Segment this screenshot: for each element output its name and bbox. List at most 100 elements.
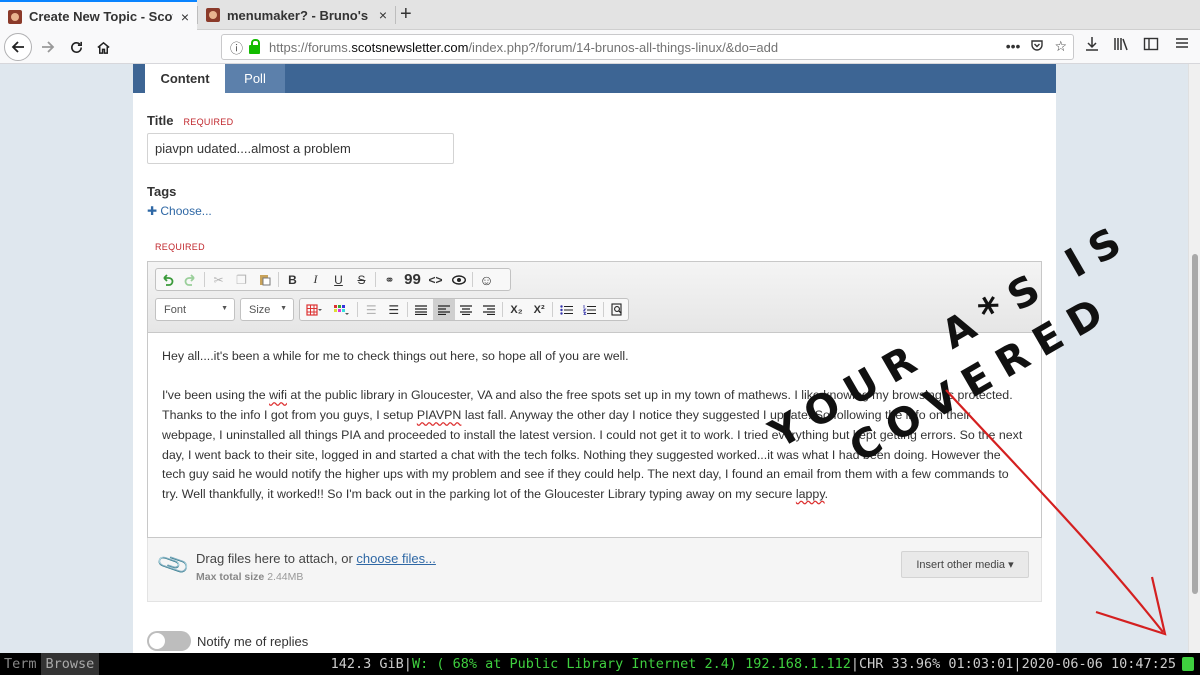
- toggle-knob: [149, 633, 165, 649]
- tab-title: Create New Topic - Scot's: [28, 9, 173, 24]
- tab-separator: [395, 6, 396, 24]
- site-info-icon[interactable]: ⓘ: [230, 38, 243, 57]
- pocket-icon[interactable]: [1030, 38, 1044, 52]
- library-icon[interactable]: [1113, 36, 1129, 52]
- toolbar-separator: [472, 272, 473, 287]
- browser-tab-create-topic[interactable]: Create New Topic - Scot's ×: [0, 0, 197, 31]
- choose-tags-link[interactable]: ✚ Choose...: [147, 204, 212, 218]
- misspelled-word: lappy: [795, 486, 825, 501]
- tab-poll[interactable]: Poll: [225, 64, 285, 93]
- post-body-textarea[interactable]: Hey all....it's been a while for me to c…: [148, 334, 1041, 537]
- notify-toggle[interactable]: [147, 631, 191, 651]
- italic-button[interactable]: I: [304, 269, 327, 290]
- cut-button[interactable]: ✂: [207, 269, 230, 290]
- align-center-button[interactable]: [455, 299, 478, 320]
- color-palette-icon: [334, 304, 350, 315]
- page-scrollbar[interactable]: [1188, 64, 1200, 653]
- toolbar-row-2: ☰ ☰ X₂ X²: [299, 298, 629, 321]
- rich-text-editor: ✂ ❐ B I U S ⚭ 99 <> ☺ Font ▼ Size ▼ ☰ ☰ …: [147, 261, 1042, 538]
- outdent-icon: ☰: [365, 302, 377, 317]
- page-viewport: Content Poll Title REQUIRED piavpn udate…: [0, 64, 1188, 653]
- insert-other-media-button[interactable]: Insert other media ▾: [901, 551, 1029, 578]
- underline-button[interactable]: U: [327, 269, 350, 290]
- workspace-term[interactable]: Term: [0, 653, 41, 675]
- notify-label: Notify me of replies: [197, 633, 309, 649]
- title-input[interactable]: piavpn udated....almost a problem: [147, 133, 454, 164]
- forward-button[interactable]: [36, 35, 60, 59]
- indent-button[interactable]: ☰: [382, 299, 405, 320]
- copy-button[interactable]: ❐: [230, 269, 253, 290]
- home-button[interactable]: [91, 35, 115, 59]
- spoiler-button[interactable]: [447, 269, 470, 290]
- toolbar-separator: [278, 272, 279, 287]
- bulleted-list-button[interactable]: [555, 299, 578, 320]
- screen: Create New Topic - Scot's × menumaker? -…: [0, 0, 1200, 675]
- browser-tools: [1085, 36, 1159, 52]
- choose-files-link[interactable]: choose files...: [356, 551, 436, 566]
- dropdown-arrow-icon: ▼: [221, 305, 228, 312]
- attach-instructions: Drag files here to attach, or choose fil…: [196, 551, 436, 566]
- back-arrow-icon: [11, 41, 24, 53]
- attachment-dropzone[interactable]: 📎 Drag files here to attach, or choose f…: [147, 538, 1042, 602]
- font-size-select[interactable]: Size ▼: [240, 298, 294, 321]
- toolbar-separator: [375, 272, 376, 287]
- close-tab-icon[interactable]: ×: [181, 9, 189, 25]
- title-label-row: Title REQUIRED: [147, 113, 233, 128]
- required-indicator: REQUIRED: [183, 117, 234, 127]
- undo-button[interactable]: [156, 269, 179, 290]
- page-actions-icon[interactable]: •••: [1006, 38, 1021, 55]
- subscript-button[interactable]: X₂: [505, 299, 528, 320]
- preview-button[interactable]: [605, 299, 628, 320]
- hamburger-menu-icon[interactable]: [1175, 36, 1189, 50]
- redo-button[interactable]: [179, 269, 202, 290]
- reload-button[interactable]: [64, 35, 88, 59]
- address-bar[interactable]: ⓘ https://forums.scotsnewsletter.com/ind…: [221, 34, 1074, 60]
- wifi-status: W: ( 68% at Public Library Internet 2.4)…: [411, 656, 851, 672]
- align-justify-icon: [415, 304, 428, 315]
- align-left-button[interactable]: [432, 299, 456, 320]
- eye-icon: [451, 274, 466, 285]
- sidebar-icon[interactable]: [1143, 36, 1159, 52]
- close-tab-icon[interactable]: ×: [379, 7, 387, 23]
- browser-tab-strip: Create New Topic - Scot's × menumaker? -…: [0, 0, 1200, 31]
- back-button[interactable]: [4, 33, 32, 61]
- font-family-select[interactable]: Font ▼: [155, 298, 235, 321]
- code-button[interactable]: <>: [424, 269, 447, 290]
- reload-icon: [70, 41, 82, 53]
- color-button[interactable]: [327, 299, 354, 320]
- superscript-button[interactable]: X²: [528, 299, 551, 320]
- numbered-list-button[interactable]: [578, 299, 601, 320]
- browser-tab-menumaker[interactable]: menumaker? - Bruno's Al ×: [198, 0, 395, 30]
- toolbar-separator: [602, 302, 604, 317]
- copy-icon: ❐: [236, 272, 247, 287]
- new-tab-button[interactable]: +: [400, 3, 412, 26]
- home-icon: [96, 41, 110, 54]
- workspace-browse[interactable]: Browse: [40, 653, 100, 675]
- toolbar-separator: [502, 302, 504, 317]
- outdent-button[interactable]: ☰: [360, 299, 383, 320]
- quote-button[interactable]: 99: [401, 269, 424, 290]
- justify-button[interactable]: [410, 299, 433, 320]
- url-text: https://forums.scotsnewsletter.com/index…: [269, 39, 779, 55]
- title-label: Title: [147, 113, 174, 128]
- align-left-icon: [437, 304, 450, 315]
- table-button[interactable]: [300, 299, 327, 320]
- scissors-icon: ✂: [213, 272, 224, 287]
- misspelled-word: wifi: [269, 388, 287, 403]
- scrollbar-thumb[interactable]: [1192, 254, 1198, 594]
- body-paragraph-2: I've been using the wifi at the public l…: [162, 388, 1023, 501]
- paste-button[interactable]: [253, 269, 276, 290]
- form-tab-bar: Content Poll: [133, 64, 1056, 93]
- bold-button[interactable]: B: [281, 269, 304, 290]
- bookmark-star-icon[interactable]: ☆: [1054, 38, 1067, 55]
- align-right-button[interactable]: [478, 299, 501, 320]
- align-right-icon: [483, 304, 495, 315]
- downloads-icon[interactable]: [1085, 36, 1099, 52]
- strikethrough-button[interactable]: S: [350, 269, 373, 290]
- emoji-button[interactable]: ☺: [475, 269, 498, 290]
- toolbar-separator: [407, 302, 409, 317]
- tab-content[interactable]: Content: [145, 64, 225, 93]
- link-button[interactable]: ⚭: [378, 269, 401, 290]
- paperclip-icon: 📎: [155, 546, 192, 583]
- menu-area: [1175, 36, 1189, 50]
